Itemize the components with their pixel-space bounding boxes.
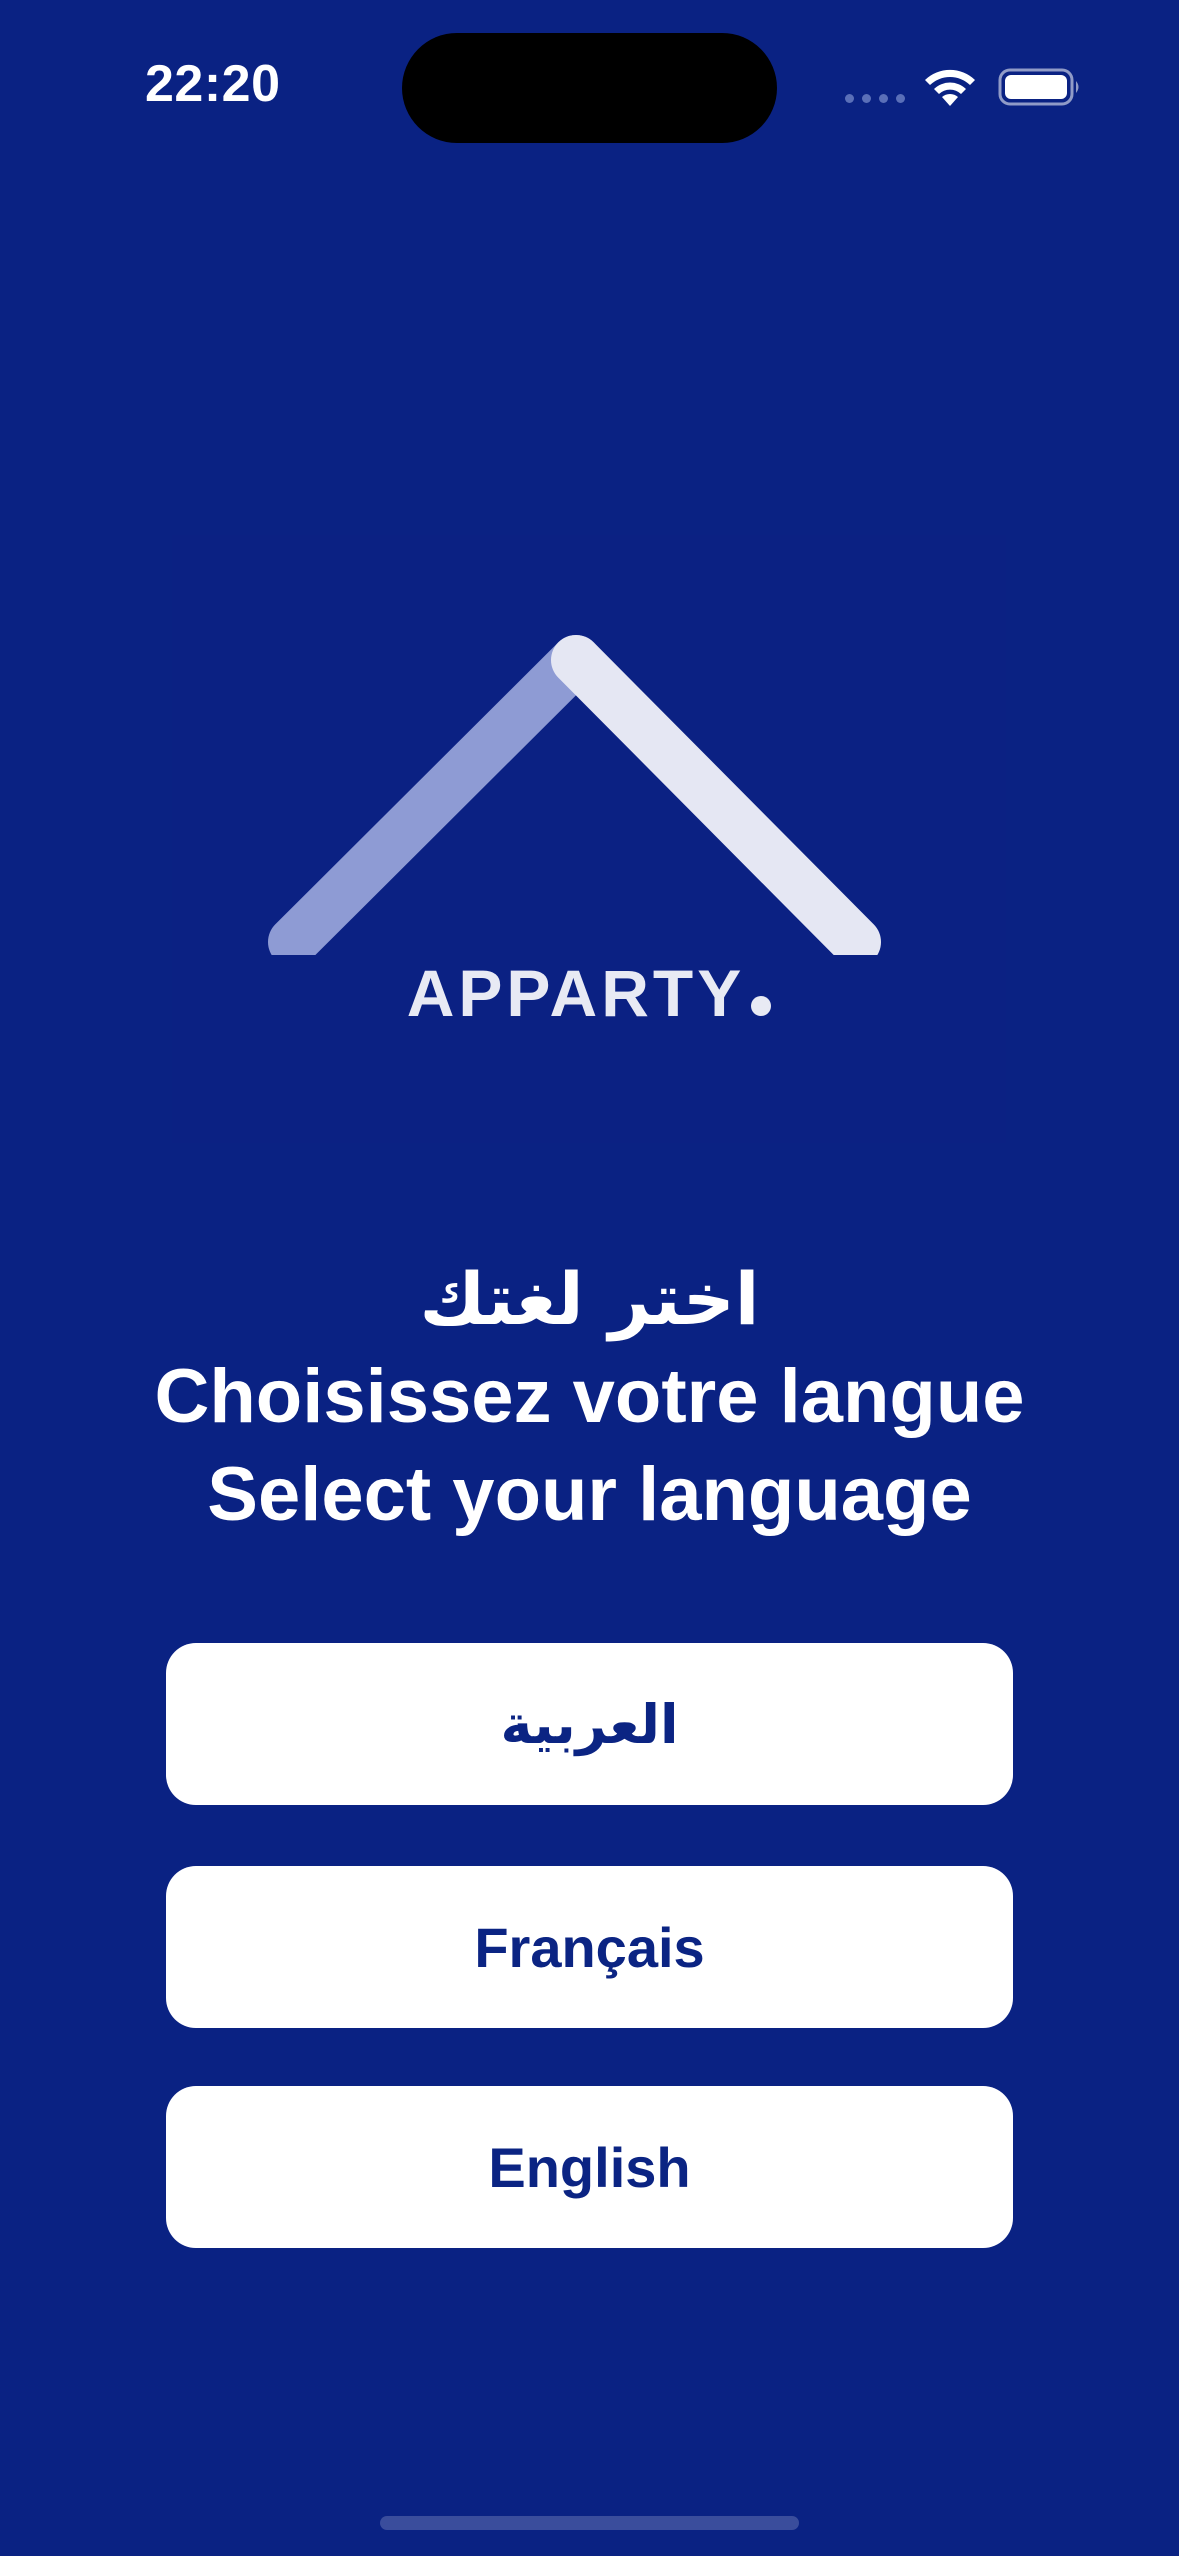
dynamic-island — [402, 33, 777, 143]
battery-icon — [998, 68, 1079, 106]
french-language-button[interactable]: Français — [166, 1866, 1013, 2028]
arabic-language-button[interactable]: العربية — [166, 1643, 1013, 1805]
status-bar-time: 22:20 — [145, 55, 281, 113]
cellular-signal-icon — [845, 94, 907, 106]
title-english: Select your language — [207, 1452, 972, 1537]
title-arabic: اختر لغتك — [419, 1257, 760, 1341]
english-language-button[interactable]: English — [166, 2086, 1013, 2248]
language-prompt: اختر لغتك Choisissez votre langue Select… — [0, 1250, 1179, 1544]
home-indicator[interactable] — [380, 2516, 799, 2530]
logo-wordmark-text: APPARTY — [406, 956, 746, 1030]
logo-dot — [751, 996, 772, 1016]
house-roof-icon — [268, 635, 881, 955]
apparty-logo: APPARTY — [172, 535, 1006, 1143]
title-french: Choisissez votre langue — [154, 1354, 1025, 1439]
wifi-icon — [925, 69, 975, 106]
language-select-screen: 22:20 APPARTY اختر لغتك Choisissez votre… — [0, 0, 1179, 2556]
logo-wordmark: APPARTY — [172, 955, 1006, 1031]
